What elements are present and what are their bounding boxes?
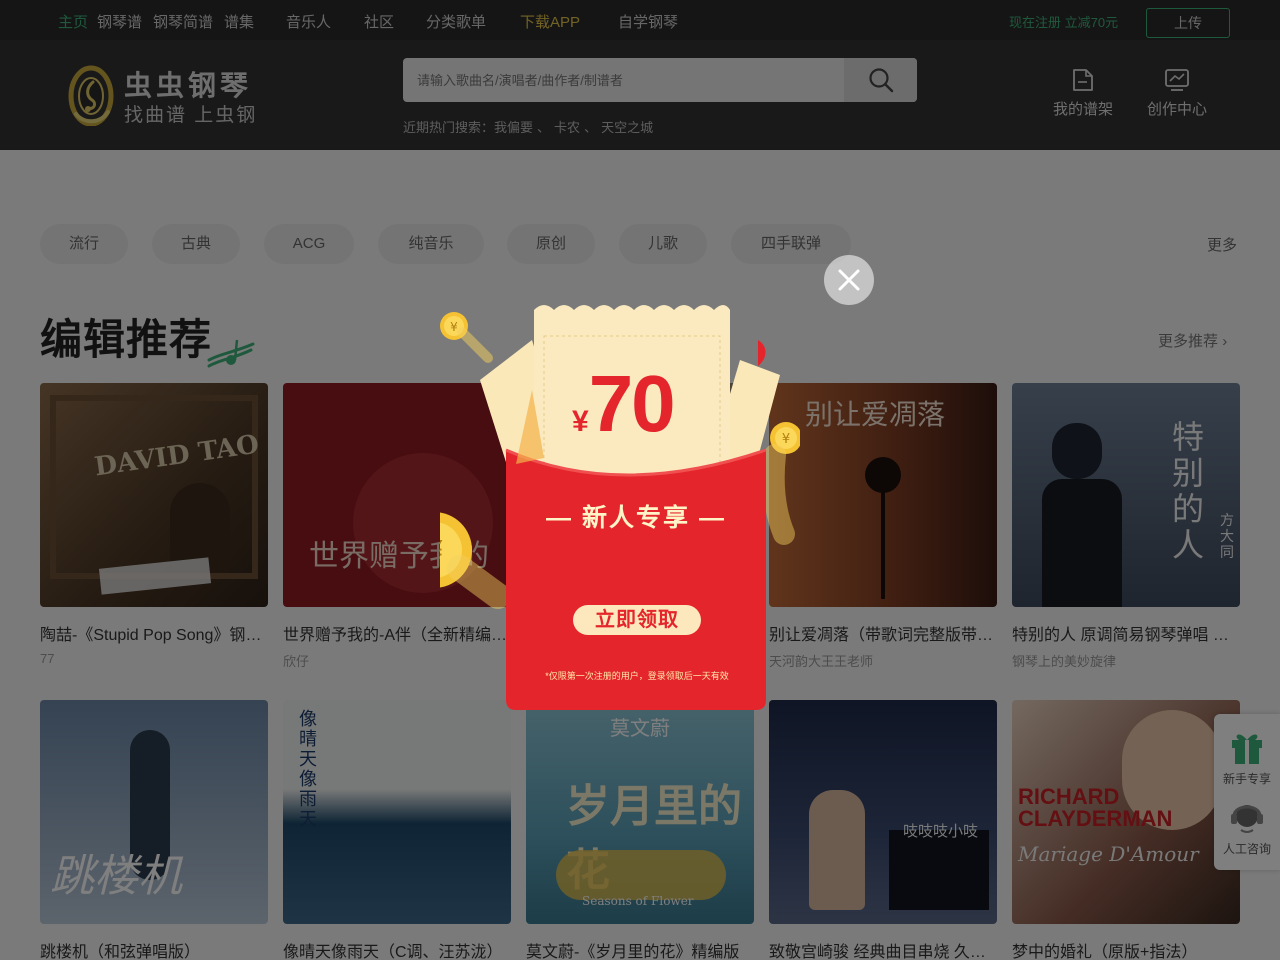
amount-value: 70 xyxy=(588,359,676,448)
close-button[interactable] xyxy=(824,255,874,305)
svg-text:¥: ¥ xyxy=(782,432,790,447)
red-packet-title: — 新人专享 — xyxy=(546,504,726,532)
coupon-amount: ¥70 xyxy=(572,358,676,450)
claim-button[interactable]: 立即领取 xyxy=(573,605,701,635)
svg-text:¥: ¥ xyxy=(440,535,444,570)
currency-symbol: ¥ xyxy=(572,405,589,438)
close-icon xyxy=(838,269,860,291)
red-packet-note: *仅限第一次注册的用户，登录领取后一天有效 xyxy=(545,671,729,681)
new-user-red-packet: ¥ ¥ ¥ ¥70 — 新人专享 — 立即领取 *仅限第一次注册的用户，登录领取… xyxy=(440,300,800,710)
svg-text:¥: ¥ xyxy=(450,320,458,334)
